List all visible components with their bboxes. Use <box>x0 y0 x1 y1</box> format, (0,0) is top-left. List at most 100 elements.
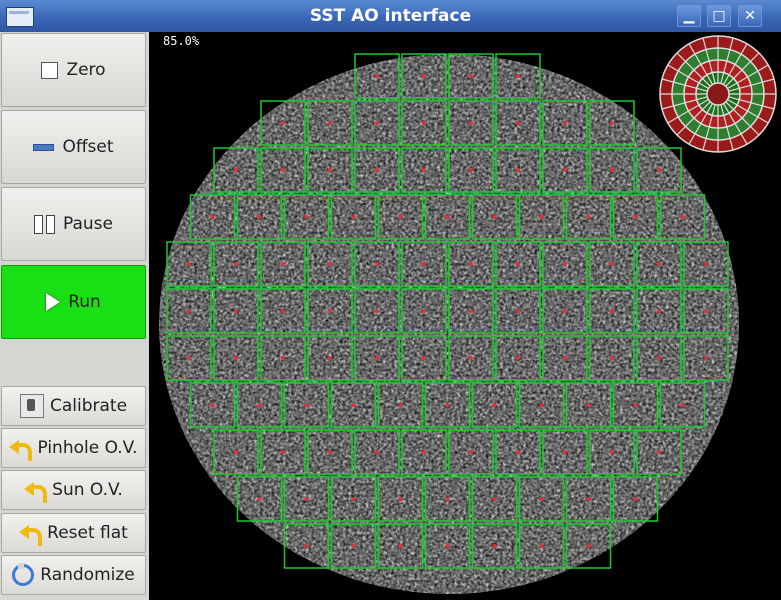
wavefront-sensor-view[interactable]: 85.0% <box>149 32 781 600</box>
run-button[interactable]: Run <box>1 265 146 339</box>
centroid-marker <box>469 356 473 360</box>
centroid-marker <box>351 497 356 501</box>
pause-icon <box>34 214 55 234</box>
pinhole-ov-button[interactable]: Pinhole O.V. <box>1 428 146 468</box>
centroid-marker <box>469 74 473 78</box>
centroid-marker <box>328 309 332 313</box>
pinhole-label: Pinhole O.V. <box>37 438 138 458</box>
undo-arrow-icon <box>24 479 48 503</box>
centroid-marker <box>281 309 285 313</box>
centroid-marker <box>351 403 356 407</box>
centroid-marker <box>187 262 191 266</box>
centroid-marker <box>657 262 661 266</box>
calibrate-label: Calibrate <box>49 396 128 416</box>
centroid-marker <box>563 262 567 266</box>
centroid-marker <box>516 262 520 266</box>
reset-flat-label: Reset flat <box>47 523 128 543</box>
centroid-marker <box>563 168 567 172</box>
sun-label: Sun O.V. <box>52 480 123 500</box>
zero-button[interactable]: Zero <box>1 33 146 107</box>
centroid-marker <box>281 262 285 266</box>
centroid-marker <box>469 121 473 125</box>
centroid-marker <box>328 356 332 360</box>
centroid-marker <box>187 309 191 313</box>
centroid-marker <box>516 309 520 313</box>
centroid-marker <box>563 450 567 454</box>
ao-window: SST AO interface ▁ □ ✕ Zero Offset Pause… <box>0 0 781 600</box>
centroid-marker <box>539 403 544 407</box>
centroid-marker <box>657 450 661 454</box>
centroid-marker <box>469 262 473 266</box>
centroid-marker <box>398 403 403 407</box>
zero-label: Zero <box>66 60 106 80</box>
centroid-marker <box>304 403 309 407</box>
centroid-marker <box>586 544 591 548</box>
centroid-marker <box>469 450 473 454</box>
refresh-icon <box>12 563 35 586</box>
centroid-marker <box>257 403 262 407</box>
centroid-marker <box>234 262 238 266</box>
centroid-marker <box>210 215 215 219</box>
centroid-marker <box>398 497 403 501</box>
close-button[interactable]: ✕ <box>738 5 762 27</box>
centroid-marker <box>516 121 520 125</box>
play-icon <box>46 293 61 311</box>
randomize-button[interactable]: Randomize <box>1 555 146 595</box>
centroid-marker <box>257 497 262 501</box>
centroid-marker <box>328 450 332 454</box>
minimize-button[interactable]: ▁ <box>677 5 701 27</box>
offset-button[interactable]: Offset <box>1 110 146 184</box>
centroid-marker <box>469 309 473 313</box>
centroid-marker <box>328 262 332 266</box>
centroid-marker <box>375 74 379 78</box>
checkbox-icon <box>41 61 59 79</box>
centroid-marker <box>704 356 708 360</box>
centroid-marker <box>304 544 309 548</box>
centroid-marker <box>586 497 591 501</box>
centroid-marker <box>398 544 403 548</box>
centroid-marker <box>422 168 426 172</box>
centroid-marker <box>633 497 638 501</box>
centroid-marker <box>657 309 661 313</box>
run-label: Run <box>68 292 101 312</box>
centroid-marker <box>281 121 285 125</box>
centroid-marker <box>375 450 379 454</box>
maximize-button[interactable]: □ <box>707 5 731 27</box>
centroid-marker <box>375 309 379 313</box>
centroid-marker <box>304 497 309 501</box>
centroid-marker <box>492 497 497 501</box>
centroid-marker <box>563 121 567 125</box>
centroid-marker <box>586 403 591 407</box>
centroid-marker <box>422 450 426 454</box>
centroid-marker <box>704 262 708 266</box>
reset-flat-button[interactable]: Reset flat <box>1 513 146 553</box>
actuator-ring <box>706 82 730 106</box>
centroid-marker <box>234 450 238 454</box>
undo-arrow-icon <box>19 522 43 546</box>
centroid-marker <box>704 309 708 313</box>
centroid-marker <box>610 450 614 454</box>
centroid-marker <box>422 262 426 266</box>
centroid-marker <box>398 215 403 219</box>
centroid-marker <box>539 497 544 501</box>
calibrate-button[interactable]: Calibrate <box>1 386 146 426</box>
centroid-marker <box>633 215 638 219</box>
centroid-marker <box>563 356 567 360</box>
window-title: SST AO interface <box>309 6 472 26</box>
centroid-marker <box>516 74 520 78</box>
centroid-marker <box>610 309 614 313</box>
centroid-marker <box>351 215 356 219</box>
sun-ov-button[interactable]: Sun O.V. <box>1 470 146 510</box>
centroid-marker <box>375 262 379 266</box>
percent-readout: 85.0% <box>163 34 200 48</box>
centroid-marker <box>586 215 591 219</box>
centroid-marker <box>351 544 356 548</box>
centroid-marker <box>610 168 614 172</box>
control-sidebar: Zero Offset Pause Run Calibrate Pinhole … <box>0 32 149 600</box>
centroid-marker <box>563 309 567 313</box>
centroid-marker <box>234 168 238 172</box>
centroid-marker <box>492 403 497 407</box>
pause-button[interactable]: Pause <box>1 187 146 261</box>
deformable-mirror-map <box>659 35 777 153</box>
centroid-marker <box>539 544 544 548</box>
